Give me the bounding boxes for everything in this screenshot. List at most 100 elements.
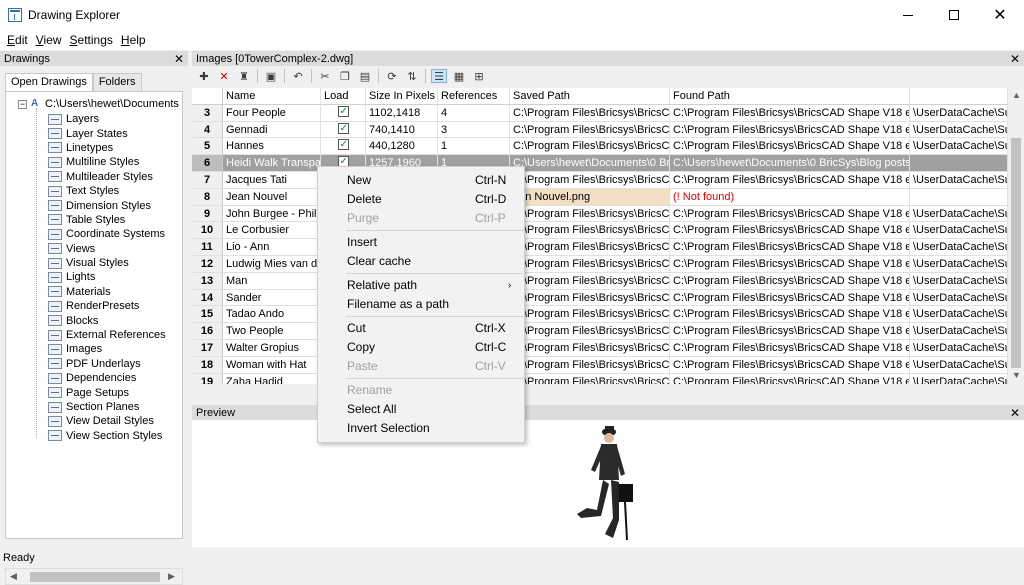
row-number[interactable]: 3	[192, 104, 223, 122]
tab-open-drawings[interactable]: Open Drawings	[5, 73, 93, 92]
tree-item-coordinate-systems[interactable]: Coordinate Systems	[48, 227, 166, 241]
menu-item-insert[interactable]: Insert	[318, 233, 524, 252]
saved-path-cell[interactable]: C:\Program Files\Bricsys\BricsCAD	[510, 172, 670, 189]
column-header[interactable]: Found Path	[670, 88, 910, 105]
name-cell[interactable]: Four People	[223, 104, 321, 122]
details-view-icon[interactable]: ☰	[431, 69, 447, 83]
row-number[interactable]: 10	[192, 222, 223, 240]
column-header[interactable]	[910, 88, 1008, 105]
row-number[interactable]: 15	[192, 306, 223, 324]
delete-icon[interactable]: ✕	[216, 69, 232, 83]
load-cell[interactable]	[321, 121, 366, 139]
menu-item-copy[interactable]: Copy Ctrl-C	[318, 338, 524, 357]
load-checkbox[interactable]	[337, 122, 349, 137]
close-icon[interactable]: ✕	[1010, 406, 1020, 420]
table-row[interactable]: 6Heidi Walk Transpar1257,19601C:\Users\h…	[192, 155, 1008, 172]
tree-view-icon[interactable]: ⊞	[471, 69, 487, 83]
saved-path-cell[interactable]: C:\Program Files\Bricsys\BricsCAD	[510, 373, 670, 384]
name-cell[interactable]: Zaha Hadid	[223, 373, 321, 384]
name-cell[interactable]: Le Corbusier	[223, 222, 321, 240]
scroll-left-icon[interactable]: ◀	[10, 571, 17, 582]
table-row[interactable]: 12 Ludwig Mies van der C:\Program Files\Br…	[192, 256, 1008, 273]
saved-path-cell[interactable]: C:\Program Files\Bricsys\BricsCAD	[510, 205, 670, 223]
tree-item-view-section-styles[interactable]: View Section Styles	[48, 429, 166, 443]
thumbnail-view-icon[interactable]: ▦	[451, 69, 467, 83]
table-row[interactable]: 13 Man C:\Program Files\Bricsys\BricsCAD C:…	[192, 272, 1008, 290]
table-row[interactable]: 5Hannes440,12801C:\Program Files\Bricsys…	[192, 138, 1008, 156]
saved-path-cell[interactable]: C:\Users\hewet\Documents\0 Bric	[510, 155, 670, 172]
row-number[interactable]: 6	[192, 155, 223, 172]
tab-folders[interactable]: Folders	[92, 73, 142, 91]
saved-path-cell[interactable]: C:\Program Files\Bricsys\BricsCAD	[510, 256, 670, 273]
table-row[interactable]: 4Gennadi740,14103C:\Program Files\Bricsy…	[192, 121, 1008, 139]
menu-item-select-all[interactable]: Select All	[318, 400, 524, 419]
name-cell[interactable]: Gennadi	[223, 121, 321, 139]
saved-path-cell[interactable]: C:\Program Files\Bricsys\BricsCAD	[510, 340, 670, 357]
collapse-icon[interactable]: −	[18, 99, 27, 109]
saved-path-cell[interactable]: C:\Program Files\Bricsys\BricsCAD	[510, 104, 670, 122]
menu-help[interactable]: Help	[117, 33, 150, 47]
insert-image-icon[interactable]: ▣	[263, 69, 279, 83]
menu-item-cut[interactable]: Cut Ctrl-X	[318, 319, 524, 338]
row-number[interactable]: 18	[192, 356, 223, 374]
tree-item-dependencies[interactable]: Dependencies	[48, 371, 166, 385]
tree-item-blocks[interactable]: Blocks	[48, 313, 166, 327]
row-number[interactable]: 13	[192, 272, 223, 290]
load-cell[interactable]	[321, 138, 366, 156]
vertical-scrollbar[interactable]: ▲ ▼	[1008, 88, 1024, 384]
name-cell[interactable]: Hannes	[223, 138, 321, 156]
column-header[interactable]: Saved Path	[510, 88, 670, 105]
scrollbar-thumb[interactable]	[30, 572, 160, 582]
scroll-right-icon[interactable]: ▶	[168, 571, 175, 582]
menu-item-relative-path[interactable]: Relative path ›	[318, 276, 524, 295]
row-number[interactable]: 17	[192, 340, 223, 357]
table-row[interactable]: 15 Tadao Ando C:\Program Files\Bricsys\Bri…	[192, 306, 1008, 324]
table-row[interactable]: 3Four People1102,14184C:\Program Files\B…	[192, 104, 1008, 122]
name-cell[interactable]: Jean Nouvel	[223, 188, 321, 206]
table-row[interactable]: 9 John Burgee - Philip C:\Program Files\Br…	[192, 205, 1008, 223]
tree-item-linetypes[interactable]: Linetypes	[48, 141, 166, 155]
load-checkbox[interactable]	[337, 138, 349, 153]
row-number[interactable]: 5	[192, 138, 223, 156]
tree-root[interactable]: − A C:\Users\hewet\Documents	[18, 98, 179, 110]
column-header[interactable]: Load	[321, 88, 366, 105]
close-icon[interactable]: ✕	[174, 52, 184, 66]
tree-item-page-setups[interactable]: Page Setups	[48, 385, 166, 399]
menu-edit[interactable]: Edit	[3, 33, 32, 47]
column-header[interactable]: Size In Pixels	[366, 88, 438, 105]
row-number[interactable]: 14	[192, 289, 223, 307]
tree-item-external-references[interactable]: External References	[48, 328, 166, 342]
undo-icon[interactable]: ↶	[290, 69, 306, 83]
table-row[interactable]: 11 Lio - Ann C:\Program Files\Bricsys\Bric…	[192, 239, 1008, 256]
saved-path-cell[interactable]: C:\Program Files\Bricsys\BricsCAD	[510, 323, 670, 340]
name-cell[interactable]: Jacques Tati	[223, 172, 321, 189]
menu-item-delete[interactable]: Delete Ctrl-D	[318, 190, 524, 209]
table-row[interactable]: 16 Two People C:\Program Files\Bricsys\Bri…	[192, 323, 1008, 340]
name-cell[interactable]: Walter Gropius	[223, 340, 321, 357]
close-button[interactable]: ✕	[977, 0, 1023, 30]
tree-item-renderpresets[interactable]: RenderPresets	[48, 299, 166, 313]
menu-item-clear-cache[interactable]: Clear cache	[318, 252, 524, 271]
name-cell[interactable]: Two People	[223, 323, 321, 340]
tree-item-multileader-styles[interactable]: Multileader Styles	[48, 170, 166, 184]
menu-view[interactable]: View	[32, 33, 66, 47]
menu-settings[interactable]: Settings	[66, 33, 117, 47]
tree-item-lights[interactable]: Lights	[48, 270, 166, 284]
horizontal-scrollbar[interactable]: ◀ ▶	[5, 568, 183, 585]
table-row[interactable]: 18 Woman with Hat C:\Program Files\Bricsys…	[192, 356, 1008, 374]
tree-item-view-detail-styles[interactable]: View Detail Styles	[48, 414, 166, 428]
name-cell[interactable]: Lio - Ann	[223, 239, 321, 256]
saved-path-cell[interactable]: ean Nouvel.png	[510, 188, 670, 206]
tree-item-layer-states[interactable]: Layer States	[48, 126, 166, 140]
tree-item-dimension-styles[interactable]: Dimension Styles	[48, 198, 166, 212]
maximize-button[interactable]	[931, 0, 977, 30]
tree-item-section-planes[interactable]: Section Planes	[48, 400, 166, 414]
close-icon[interactable]: ✕	[1010, 52, 1020, 66]
refresh-icon[interactable]: ⟳	[384, 69, 400, 83]
name-cell[interactable]: Man	[223, 272, 321, 290]
name-cell[interactable]: Sander	[223, 289, 321, 307]
scrollbar-thumb[interactable]	[1011, 138, 1021, 368]
row-number[interactable]: 4	[192, 121, 223, 139]
saved-path-cell[interactable]: C:\Program Files\Bricsys\BricsCAD	[510, 138, 670, 156]
column-header[interactable]: Name	[223, 88, 321, 105]
